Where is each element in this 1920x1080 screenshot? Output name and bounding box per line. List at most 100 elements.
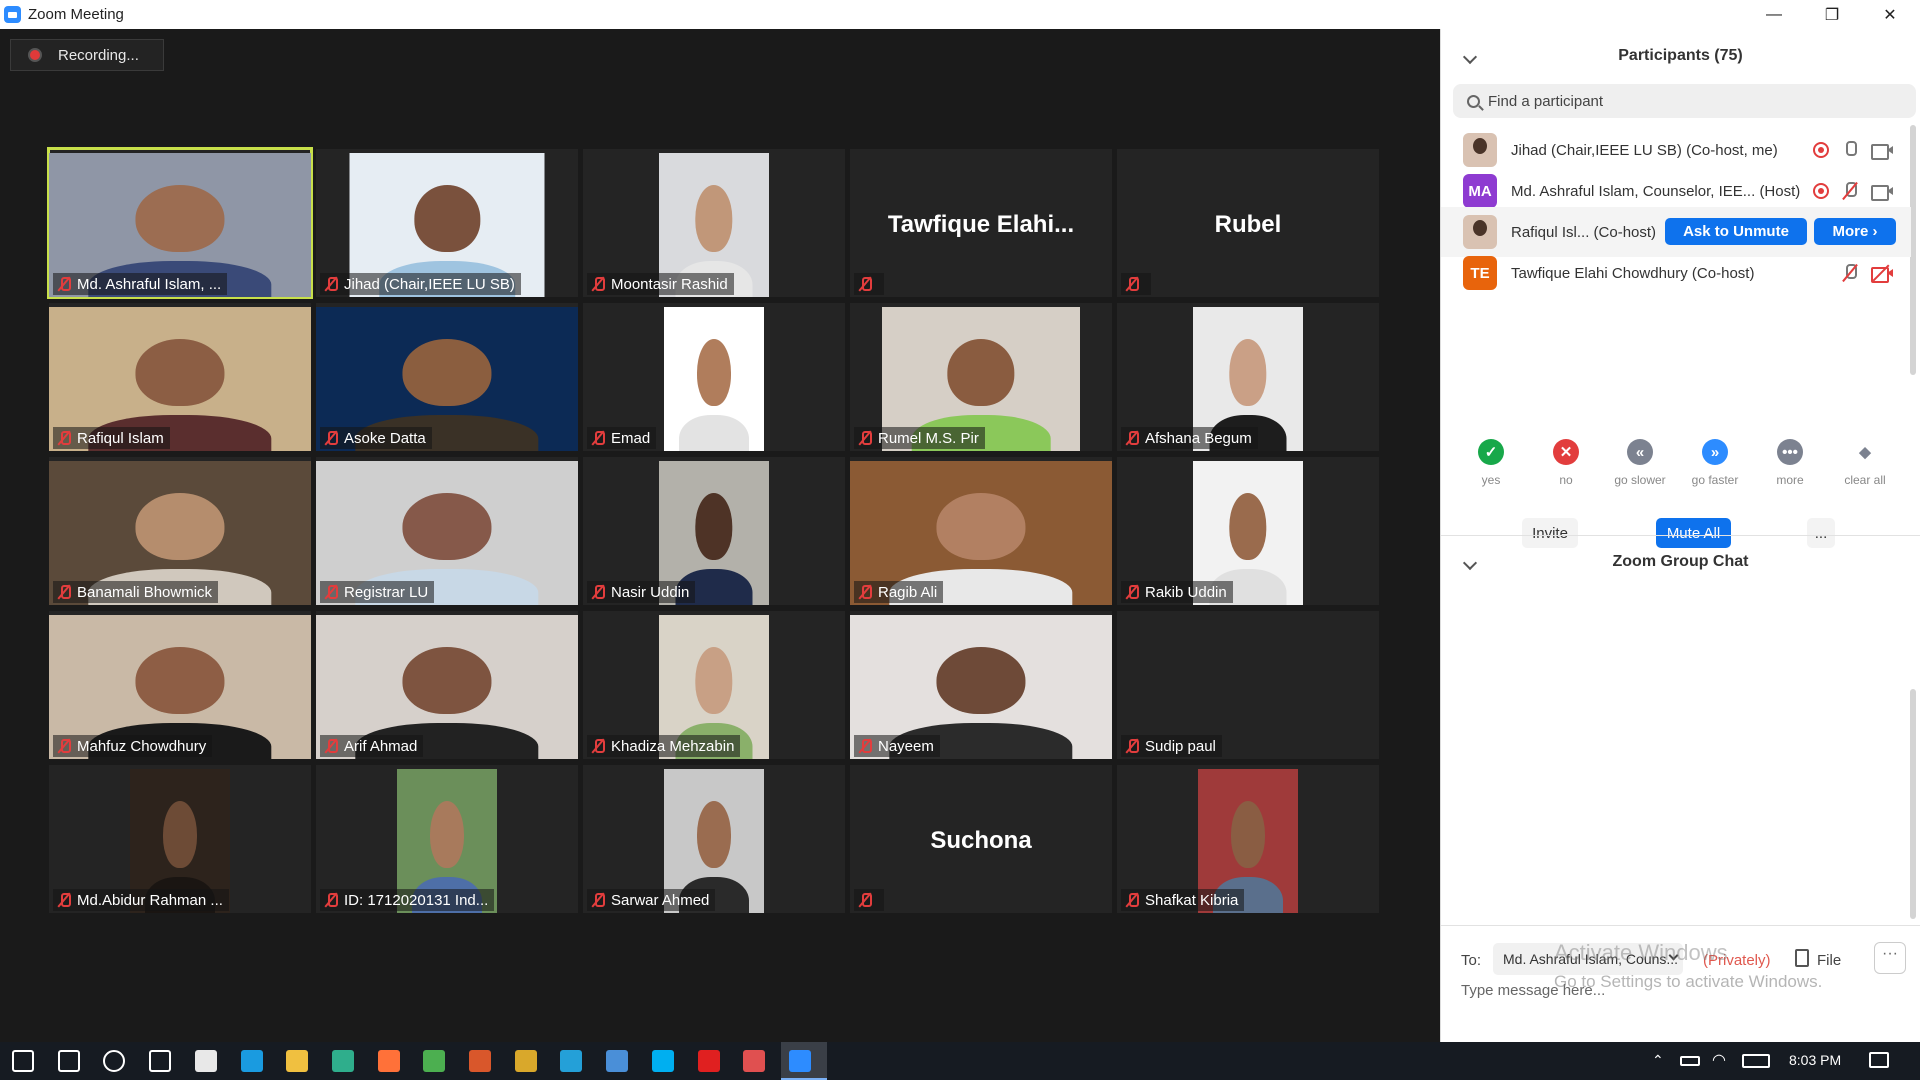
video-tile[interactable]: Jihad (Chair,IEEE LU SB): [316, 149, 578, 297]
video-tile[interactable]: Rumel M.S. Pir: [850, 303, 1112, 451]
video-tile[interactable]: Ragib Ali: [850, 457, 1112, 605]
video-tile[interactable]: Khadiza Mehzabin: [583, 611, 845, 759]
video-tile[interactable]: Tawfique Elahi...: [850, 149, 1112, 297]
video-tile[interactable]: Moontasir Rashid: [583, 149, 845, 297]
record-icon[interactable]: [1813, 183, 1829, 199]
mic-muted-icon: [324, 277, 338, 291]
participant-display-name: Rubel: [1214, 211, 1282, 238]
feedback-yes-button[interactable]: ✓ yes: [1456, 439, 1526, 487]
feedback-go-slower-button[interactable]: « go slower: [1605, 439, 1675, 487]
title-bar: Zoom Meeting — ❐ ✕: [0, 0, 1920, 29]
video-tile[interactable]: Asoke Datta: [316, 303, 578, 451]
participant-row[interactable]: TE Tawfique Elahi Chowdhury (Co-host): [1441, 248, 1911, 298]
video-tile[interactable]: Rakib Uddin: [1117, 457, 1379, 605]
mic-muted-icon[interactable]: [1843, 182, 1857, 200]
video-tile[interactable]: Mahfuz Chowdhury: [49, 611, 311, 759]
mail-icon[interactable]: [606, 1050, 629, 1072]
snipping-icon[interactable]: [743, 1050, 766, 1072]
app-icon[interactable]: [514, 1050, 537, 1072]
recipient-dropdown[interactable]: Md. Ashraful Islam, Couns...: [1493, 943, 1683, 975]
wifi-icon[interactable]: ◠: [1712, 1050, 1726, 1070]
feedback-go-faster-button[interactable]: » go faster: [1680, 439, 1750, 487]
participant-name: Banamali Bhowmick: [77, 583, 213, 601]
notifications-icon[interactable]: [1869, 1052, 1889, 1068]
participant-more-button[interactable]: More ›: [1814, 218, 1896, 245]
record-icon[interactable]: [1813, 142, 1829, 158]
feedback-no-button[interactable]: ✕ no: [1531, 439, 1601, 487]
mic-muted-icon: [324, 893, 338, 907]
clock[interactable]: 8:03 PM: [1789, 1052, 1841, 1068]
mute-all-button[interactable]: Mute All: [1656, 518, 1731, 548]
person-head: [1231, 801, 1265, 869]
task-view-icon[interactable]: [149, 1050, 172, 1072]
chat-scrollbar[interactable]: [1910, 689, 1916, 919]
chat-more-button[interactable]: ···: [1874, 942, 1906, 974]
photo-editor-icon[interactable]: [331, 1050, 354, 1072]
video-tile[interactable]: Banamali Bhowmick: [49, 457, 311, 605]
avatar: [1463, 133, 1497, 167]
maximize-button[interactable]: ❐: [1803, 0, 1861, 29]
person-head: [695, 647, 733, 715]
video-tile[interactable]: Suchona: [850, 765, 1112, 913]
search-icon[interactable]: [57, 1050, 80, 1072]
store-icon[interactable]: [194, 1050, 217, 1072]
video-tile[interactable]: Md. Ashraful Islam, ...: [47, 147, 313, 299]
video-tile[interactable]: Afshana Begum: [1117, 303, 1379, 451]
video-tile[interactable]: Nasir Uddin: [583, 457, 845, 605]
firefox-icon[interactable]: [377, 1050, 400, 1072]
tray-chevron-icon[interactable]: ⌃: [1652, 1052, 1664, 1069]
person-head: [936, 647, 1026, 715]
file-button[interactable]: File: [1817, 952, 1841, 969]
edge-legacy-icon[interactable]: [560, 1050, 583, 1072]
video-tile[interactable]: Sarwar Ahmed: [583, 765, 845, 913]
video-tile[interactable]: Registrar LU: [316, 457, 578, 605]
mic-muted-icon: [324, 739, 338, 753]
powerpoint-icon[interactable]: [469, 1050, 491, 1072]
person-head: [413, 185, 481, 253]
message-input[interactable]: [1461, 982, 1881, 999]
participant-name: Asoke Datta: [344, 429, 426, 447]
edge-icon[interactable]: [240, 1050, 263, 1072]
video-tile[interactable]: Emad: [583, 303, 845, 451]
feedback-more-button[interactable]: ••• more: [1755, 439, 1825, 487]
participant-search-input[interactable]: [1488, 92, 1888, 110]
feedback-clear-all-button[interactable]: ◆ clear all: [1830, 439, 1900, 487]
recording-indicator[interactable]: Recording...: [10, 39, 164, 71]
file-icon[interactable]: [1795, 949, 1809, 967]
video-tile[interactable]: Md.Abidur Rahman ...: [49, 765, 311, 913]
mic-muted-icon: [591, 431, 605, 445]
video-tile[interactable]: Rubel: [1117, 149, 1379, 297]
acrobat-icon[interactable]: [697, 1050, 720, 1072]
camera-off-icon[interactable]: [1871, 264, 1893, 283]
mic-muted-icon: [591, 893, 605, 907]
file-explorer-icon[interactable]: [286, 1050, 309, 1072]
skype-icon[interactable]: [651, 1050, 674, 1072]
participant-name: Ragib Ali: [878, 583, 938, 601]
more-options-button[interactable]: ...: [1807, 518, 1835, 548]
video-tile[interactable]: Sudip paul: [1117, 611, 1379, 759]
mic-muted-icon[interactable]: [1843, 264, 1857, 282]
battery-icon[interactable]: [1680, 1056, 1700, 1066]
start-icon[interactable]: [12, 1050, 34, 1072]
video-tile[interactable]: Nayeem: [850, 611, 1112, 759]
invite-button[interactable]: Invite: [1522, 518, 1578, 548]
chrome-icon[interactable]: [423, 1050, 446, 1072]
person-head: [430, 801, 464, 869]
close-button[interactable]: ✕: [1861, 0, 1919, 29]
minimize-button[interactable]: —: [1745, 0, 1803, 29]
video-tile[interactable]: ID: 1712020131 Ind...: [316, 765, 578, 913]
camera-icon[interactable]: [1871, 184, 1893, 201]
tile-nameplate: Afshana Begum: [1121, 427, 1258, 449]
person-head: [135, 185, 225, 253]
participant-search-box[interactable]: [1453, 84, 1916, 118]
video-tile[interactable]: Shafkat Kibria: [1117, 765, 1379, 913]
video-tile[interactable]: Arif Ahmad: [316, 611, 578, 759]
ask-to-unmute-button[interactable]: Ask to Unmute: [1665, 218, 1807, 245]
mic-icon[interactable]: [1843, 141, 1857, 159]
zoom-icon[interactable]: [788, 1050, 811, 1072]
video-tile[interactable]: Rafiqul Islam: [49, 303, 311, 451]
camera-icon[interactable]: [1871, 143, 1893, 160]
keyboard-icon[interactable]: [1742, 1054, 1770, 1068]
feedback-no-icon: ✕: [1553, 439, 1579, 465]
cortana-icon[interactable]: [103, 1050, 126, 1072]
